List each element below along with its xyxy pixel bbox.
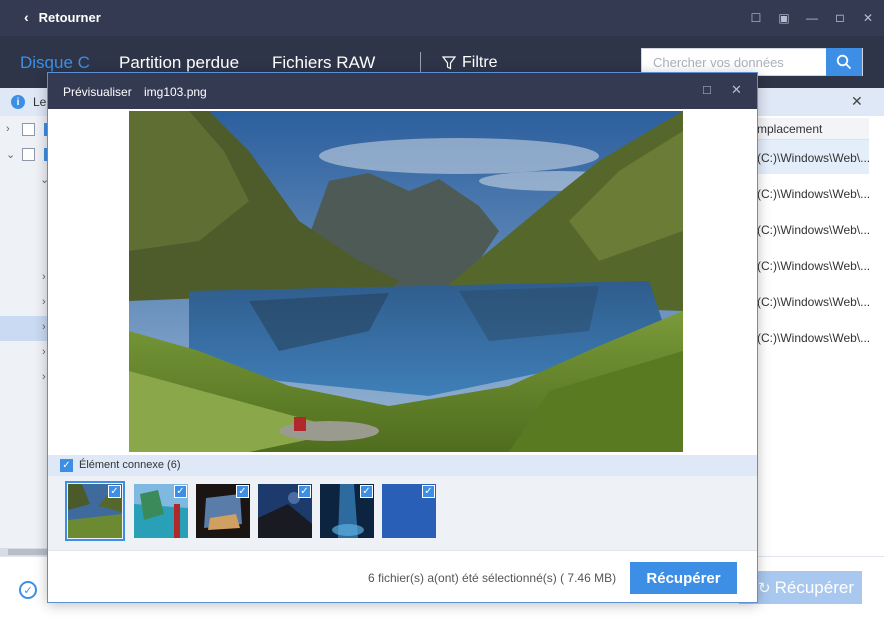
check-circle-icon[interactable]: ✓	[19, 581, 37, 599]
related-items-checkbox[interactable]: ✓	[60, 459, 73, 472]
tab-disque-c[interactable]: Disque C	[20, 53, 90, 73]
maximize-icon[interactable]: □	[703, 82, 711, 97]
back-button[interactable]: ‹ Retourner	[24, 9, 101, 25]
tab-partition-perdue[interactable]: Partition perdue	[119, 53, 239, 73]
thumbnail-item[interactable]: ✓	[258, 484, 312, 538]
tree-row[interactable]: ›	[0, 266, 48, 291]
close-icon[interactable]: ✕	[854, 9, 882, 27]
nav-separator	[420, 52, 421, 74]
filter-label: Filtre	[462, 54, 498, 71]
filter-icon	[442, 56, 456, 70]
main-recover-label: Récupérer	[774, 577, 854, 597]
thumbnail-checkbox[interactable]: ✓	[108, 485, 121, 498]
preview-dialog: Prévisualiser img103.png □ ✕ ✓ Élément c…	[47, 72, 758, 603]
recover-button[interactable]: Récupérer	[630, 562, 737, 594]
tree-row[interactable]: ›	[0, 316, 48, 341]
table-cell-location[interactable]: (C:)\Windows\Web\...	[757, 320, 869, 354]
search-button[interactable]	[826, 48, 862, 76]
thumbnail-strip: ✓ ✓ ✓ ✓ ✓ ✓	[48, 476, 757, 550]
tree-checkbox[interactable]	[22, 148, 35, 161]
tree-row[interactable]: ⌄	[0, 168, 49, 193]
tree-row[interactable]: ›	[0, 118, 48, 143]
tree-row[interactable]: ›	[0, 291, 48, 316]
window-controls: ☐ ▣ — □ ✕	[742, 9, 882, 27]
minimize-icon[interactable]: —	[798, 9, 826, 27]
filter-button[interactable]: Filtre	[442, 54, 498, 72]
chevron-right-icon[interactable]: ›	[6, 123, 10, 135]
tree-row[interactable]: ⌄	[0, 143, 48, 168]
image-preview-area	[48, 109, 757, 455]
thumbnail-item[interactable]: ✓	[382, 484, 436, 538]
table-cell-location[interactable]: (C:)\Windows\Web\...	[757, 248, 869, 282]
file-table: mplacement (C:)\Windows\Web\... (C:)\Win…	[757, 116, 884, 556]
dialog-filename: img103.png	[144, 85, 207, 99]
thumbnail-item[interactable]: ✓	[134, 484, 188, 538]
tree-checkbox[interactable]	[22, 123, 35, 136]
chevron-left-icon: ‹	[24, 9, 29, 25]
tab-fichiers-raw[interactable]: Fichiers RAW	[272, 53, 375, 73]
restore-icon[interactable]: ☐	[742, 9, 770, 27]
selection-status: 6 fichier(s) a(ont) été sélectionné(s) (…	[368, 571, 617, 585]
related-items-bar: ✓ Élément connexe (6)	[48, 455, 757, 476]
chevron-down-icon[interactable]: ⌄	[6, 148, 15, 161]
thumbnail-checkbox[interactable]: ✓	[298, 485, 311, 498]
chevron-right-icon[interactable]: ›	[42, 296, 46, 308]
thumbnail-item[interactable]: ✓	[320, 484, 374, 538]
chevron-right-icon[interactable]: ›	[42, 321, 46, 333]
back-label: Retourner	[38, 9, 101, 25]
chevron-right-icon[interactable]: ›	[42, 346, 46, 358]
tree-row[interactable]: ›	[0, 341, 48, 366]
thumbnail-checkbox[interactable]: ✓	[236, 485, 249, 498]
search-icon	[836, 54, 852, 70]
thumbnail-checkbox[interactable]: ✓	[422, 485, 435, 498]
info-icon: i	[11, 95, 25, 109]
related-items-label: Élément connexe (6)	[79, 459, 181, 471]
thumbnail-item[interactable]: ✓	[65, 481, 125, 541]
folder-tree: › ⌄ ⌄ › › › › ›	[0, 116, 49, 556]
feedback-icon[interactable]: ▣	[770, 9, 798, 27]
thumbnail-checkbox[interactable]: ✓	[174, 485, 187, 498]
scrollbar-thumb[interactable]	[8, 549, 48, 555]
table-cell-location[interactable]: (C:)\Windows\Web\...	[757, 140, 869, 174]
thumbnail-item[interactable]: ✓	[196, 484, 250, 538]
info-text: Le	[33, 95, 47, 109]
table-cell-location[interactable]: (C:)\Windows\Web\...	[757, 284, 869, 318]
dialog-header: Prévisualiser img103.png □ ✕	[48, 73, 757, 109]
dialog-title: Prévisualiser	[63, 85, 132, 99]
thumbnail-checkbox[interactable]: ✓	[360, 485, 373, 498]
dialog-footer: 6 fichier(s) a(ont) été sélectionné(s) (…	[48, 550, 757, 602]
table-cell-location[interactable]: (C:)\Windows\Web\...	[757, 176, 869, 210]
tree-row[interactable]: ›	[0, 366, 48, 391]
preview-image	[129, 111, 683, 452]
recover-icon: ↻	[758, 579, 771, 597]
horizontal-scrollbar[interactable]	[0, 548, 48, 556]
table-cell-location[interactable]: (C:)\Windows\Web\...	[757, 212, 869, 246]
info-close-icon[interactable]: ✕	[851, 93, 863, 110]
chevron-right-icon[interactable]: ›	[42, 371, 46, 383]
chevron-right-icon[interactable]: ›	[42, 271, 46, 283]
column-header-location[interactable]: mplacement	[757, 118, 869, 140]
title-bar: ‹ Retourner ☐ ▣ — □ ✕	[0, 0, 884, 36]
maximize-icon[interactable]: □	[826, 9, 854, 27]
close-icon[interactable]: ✕	[731, 82, 742, 98]
